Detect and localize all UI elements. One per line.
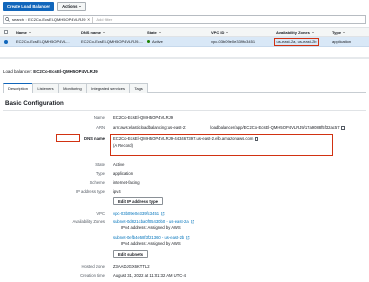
creation-time-value: August 31, 2022 at 11:01:32 AM UTC-4 [113,273,187,278]
dns-record: (A Record) [113,143,134,148]
select-all-checkbox[interactable] [4,28,8,36]
column-vpc-label: VPC ID [211,29,225,35]
external-link-icon [186,236,190,240]
dns-value: EC2Co-EcsEl-QMH5OP4VLRJ9-443467397.us-ea… [113,136,259,141]
sort-icon [311,31,314,33]
scheme-label: Scheme [89,180,105,185]
tab-monitoring[interactable]: Monitoring [58,83,87,93]
column-header-az[interactable]: Availability Zones [276,28,314,36]
az-highlight: us-east-2a, us-east-2b [274,37,320,46]
row-state: Active [147,37,163,46]
table-row[interactable]: EC2Co-EcsEl-QMH5OP4VL... EC2Co-EcsEl-QMH… [0,37,369,47]
az-label: Availability Zones [72,219,105,224]
sort-icon [158,31,161,33]
name-label: Name [93,115,105,120]
row-select-radio[interactable] [4,37,8,46]
state-label: State [95,162,105,167]
state-value: Active [113,162,125,167]
load-balancer-table: Name DNS name State VPC ID Availability … [0,27,369,47]
status-active-icon [147,40,150,43]
row-name: EC2Co-EcsEl-QMH5OP4VL... [16,39,70,44]
sort-icon [343,31,346,33]
actions-label: Actions [62,3,78,9]
column-header-dns[interactable]: DNS name [81,28,106,36]
column-state-label: State [147,29,157,35]
hosted-zone-label: Hosted zone [81,264,105,269]
dns-label: DNS name [84,136,105,141]
chevron-down-icon [79,5,82,7]
filter-key: search [12,17,25,22]
filter-separator: : [25,17,27,22]
vpc-link[interactable]: vpc-03b09e0e339fc3451 [113,211,165,216]
type-value: application [113,171,134,176]
create-load-balancer-button[interactable]: Create Load Balancer [3,1,55,11]
sort-icon [103,31,106,33]
sort-icon [28,31,31,33]
creation-time-label: Creation time [80,273,105,278]
tab-listeners[interactable]: Listeners [32,83,59,93]
search-bar[interactable]: search : EC2Co-EcsEl-QMH5OP4VLRJ9 ✕ Add … [3,15,366,24]
arn-prefix: arn:aws:elasticloadbalancing:us-east-2: [113,125,187,130]
column-type-label: Type [332,29,342,35]
arn-label: ARN [96,125,105,130]
hosted-zone-value: Z3AADJGX6KTTL2 [113,264,150,269]
row-vpc: vpc-03b09e0e339fc3451 [211,39,256,44]
tab-tags[interactable]: Tags [129,83,148,93]
dns-text: EC2Co-EcsEl-QMH5OP4VLRJ9-443467397.us-ea… [113,136,254,141]
sort-icon [226,31,229,33]
subnet-2-ip: IPv4 address: Assigned by AWS [121,241,181,246]
ip-type-value: ipv4 [113,189,121,194]
scheme-value: internet-facing [113,180,140,185]
lb-prefix: Load balancer: [3,69,33,74]
section-title: Basic Configuration [5,100,64,107]
copy-icon[interactable] [254,137,259,141]
vpc-value: vpc-03b09e0e339fc3451 [113,211,160,216]
table-header: Name DNS name State VPC ID Availability … [0,27,369,37]
lb-name: EC2Co-EcsEl-QMH5OP4VLRJ9 [33,69,98,74]
column-az-label: Availability Zones [276,29,310,35]
actions-button[interactable]: Actions [57,1,87,11]
edit-subnets-button[interactable]: Edit subnets [113,250,149,258]
filter-value: EC2Co-EcsEl-QMH5OP4VLRJ9 [28,17,86,22]
add-filter-input[interactable]: Add filter [92,16,112,23]
detail-tabs: Description Listeners Monitoring Integra… [3,83,366,93]
toolbar: Create Load Balancer Actions [0,0,369,12]
dns-label-highlight [56,134,80,142]
column-name-label: Name [16,29,27,35]
external-link-icon [161,212,165,216]
edit-ip-type-button[interactable]: Edit IP address type [113,197,163,205]
arn-value: arn:aws:elasticloadbalancing:us-east-2: l… [113,125,345,130]
row-az: us-east-2a, us-east-2b [274,37,320,46]
section-divider [3,110,366,111]
arn-tail: loadbalancer/app/EC2Co-EcsEl-QMH5OP4VLRJ… [210,125,340,130]
tab-integrated-services[interactable]: Integrated services [86,83,130,93]
column-header-state[interactable]: State [147,28,161,36]
ip-type-label: IP address type [75,189,105,194]
subnet-1-value: subnet-0d821cba0f05430b0 - us-east-2a [113,219,189,224]
row-type: application [332,39,352,44]
tab-description[interactable]: Description [3,83,34,93]
external-link-icon [190,220,195,224]
search-filter-token[interactable]: search : EC2Co-EcsEl-QMH5OP4VLRJ9 ✕ [10,16,92,23]
vpc-label: VPC [96,211,105,216]
name-value: EC2Co-EcsEl-QMH5OP4VLRJ9 [113,115,174,120]
row-state-label: Active [152,39,163,44]
row-dns: EC2Co-EcsEl-QMH5OP4VLRJ9-... [81,39,144,44]
load-balancer-heading: Load balancer: EC2Co-EcsEl-QMH5OP4VLRJ9 [3,69,98,74]
column-header-vpc[interactable]: VPC ID [211,28,229,36]
subnet-1-ip: IPv4 address: Assigned by AWS [121,225,181,230]
subnet-link-1[interactable]: subnet-0d821cba0f05430b0 - us-east-2a [113,219,195,224]
copy-icon[interactable] [341,126,345,130]
type-label: Type [95,171,105,176]
column-dns-label: DNS name [81,29,102,35]
remove-filter-icon[interactable]: ✕ [87,17,90,22]
pane-resize-handle[interactable] [0,57,369,59]
column-header-name[interactable]: Name [16,28,31,36]
subnet-2-value: subnet-0efb4e58f3f21360 - us-east-2b [113,235,185,240]
subnet-link-2[interactable]: subnet-0efb4e58f3f21360 - us-east-2b [113,235,190,240]
column-header-type[interactable]: Type [332,28,346,36]
